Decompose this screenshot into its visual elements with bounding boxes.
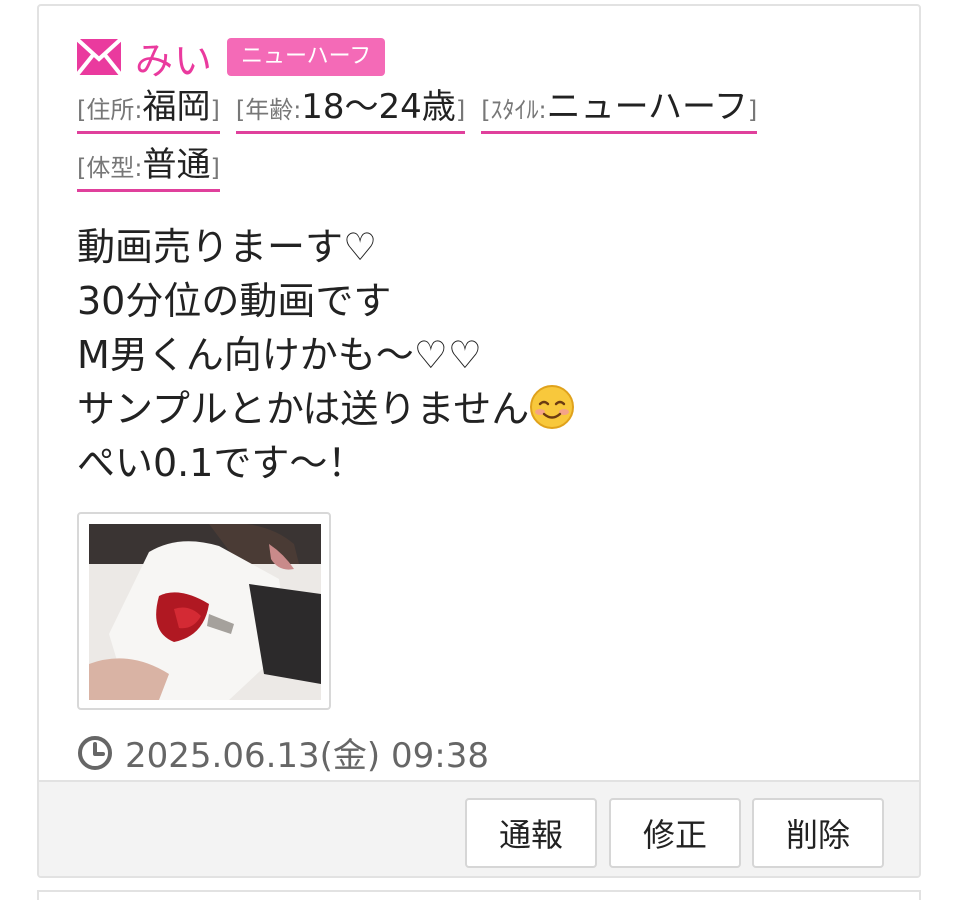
post-timestamp: 2025.06.13(金) 09:38 bbox=[77, 728, 489, 777]
attr-body-type: [体型:普通] bbox=[77, 146, 220, 192]
attr-value: 福岡 bbox=[142, 87, 211, 127]
attr-close: ] bbox=[747, 96, 758, 124]
post-message: 動画売りまーす♡ 30分位の動画です M男くん向けかも〜♡♡ サンプルとかは送りません… bbox=[77, 220, 575, 490]
message-line: 動画売りまーす♡ bbox=[77, 225, 378, 269]
attr-value: ニューハーフ bbox=[546, 87, 748, 127]
attr-label: [住所: bbox=[77, 96, 143, 124]
action-bar: 通報 修正 削除 bbox=[39, 780, 919, 876]
attr-value: 18〜24歳 bbox=[301, 87, 456, 127]
post-card: みい ニューハーフ [住所:福岡] [年齢:18〜24歳] [ｽﾀｲﾙ:ニューハーフ… bbox=[37, 4, 921, 878]
attr-label: [体型: bbox=[77, 154, 143, 182]
type-badge: ニューハーフ bbox=[227, 38, 386, 76]
clock-icon bbox=[77, 735, 113, 771]
message-line: 30分位の動画です bbox=[77, 279, 392, 323]
edit-button[interactable]: 修正 bbox=[609, 798, 741, 868]
delete-button[interactable]: 削除 bbox=[752, 798, 884, 868]
message-line: サンプルとかは送りません bbox=[77, 387, 530, 431]
message-line: ぺい0.1です〜！ bbox=[77, 441, 366, 485]
attr-label: [ｽﾀｲﾙ: bbox=[481, 96, 547, 124]
attr-value: 普通 bbox=[142, 145, 211, 185]
message-line: M男くん向けかも〜♡♡ bbox=[77, 333, 482, 377]
attr-label: [年齢: bbox=[235, 96, 302, 124]
next-post-card bbox=[37, 890, 921, 900]
attr-style: [ｽﾀｲﾙ:ニューハーフ] bbox=[481, 87, 758, 134]
post-header: みい ニューハーフ bbox=[75, 30, 386, 85]
attr-age: [年齢:18〜24歳] bbox=[235, 87, 466, 134]
message-line-with-emoji: サンプルとかは送りません bbox=[77, 382, 575, 436]
mail-icon[interactable] bbox=[75, 37, 123, 77]
attr-close: ] bbox=[210, 154, 220, 182]
attr-close: ] bbox=[455, 96, 466, 124]
attribute-list: [住所:福岡] [年齢:18〜24歳] [ｽﾀｲﾙ:ニューハーフ] [体型:普通] bbox=[77, 88, 877, 204]
poster-name[interactable]: みい bbox=[135, 30, 213, 85]
attr-close: ] bbox=[210, 96, 220, 124]
timestamp-text: 2025.06.13(金) 09:38 bbox=[125, 736, 489, 776]
report-button[interactable]: 通報 bbox=[465, 798, 597, 868]
attr-address: [住所:福岡] bbox=[77, 88, 220, 134]
smiling-face-emoji bbox=[529, 384, 575, 430]
photo-image bbox=[89, 524, 321, 700]
photo-thumbnail[interactable] bbox=[77, 512, 331, 710]
